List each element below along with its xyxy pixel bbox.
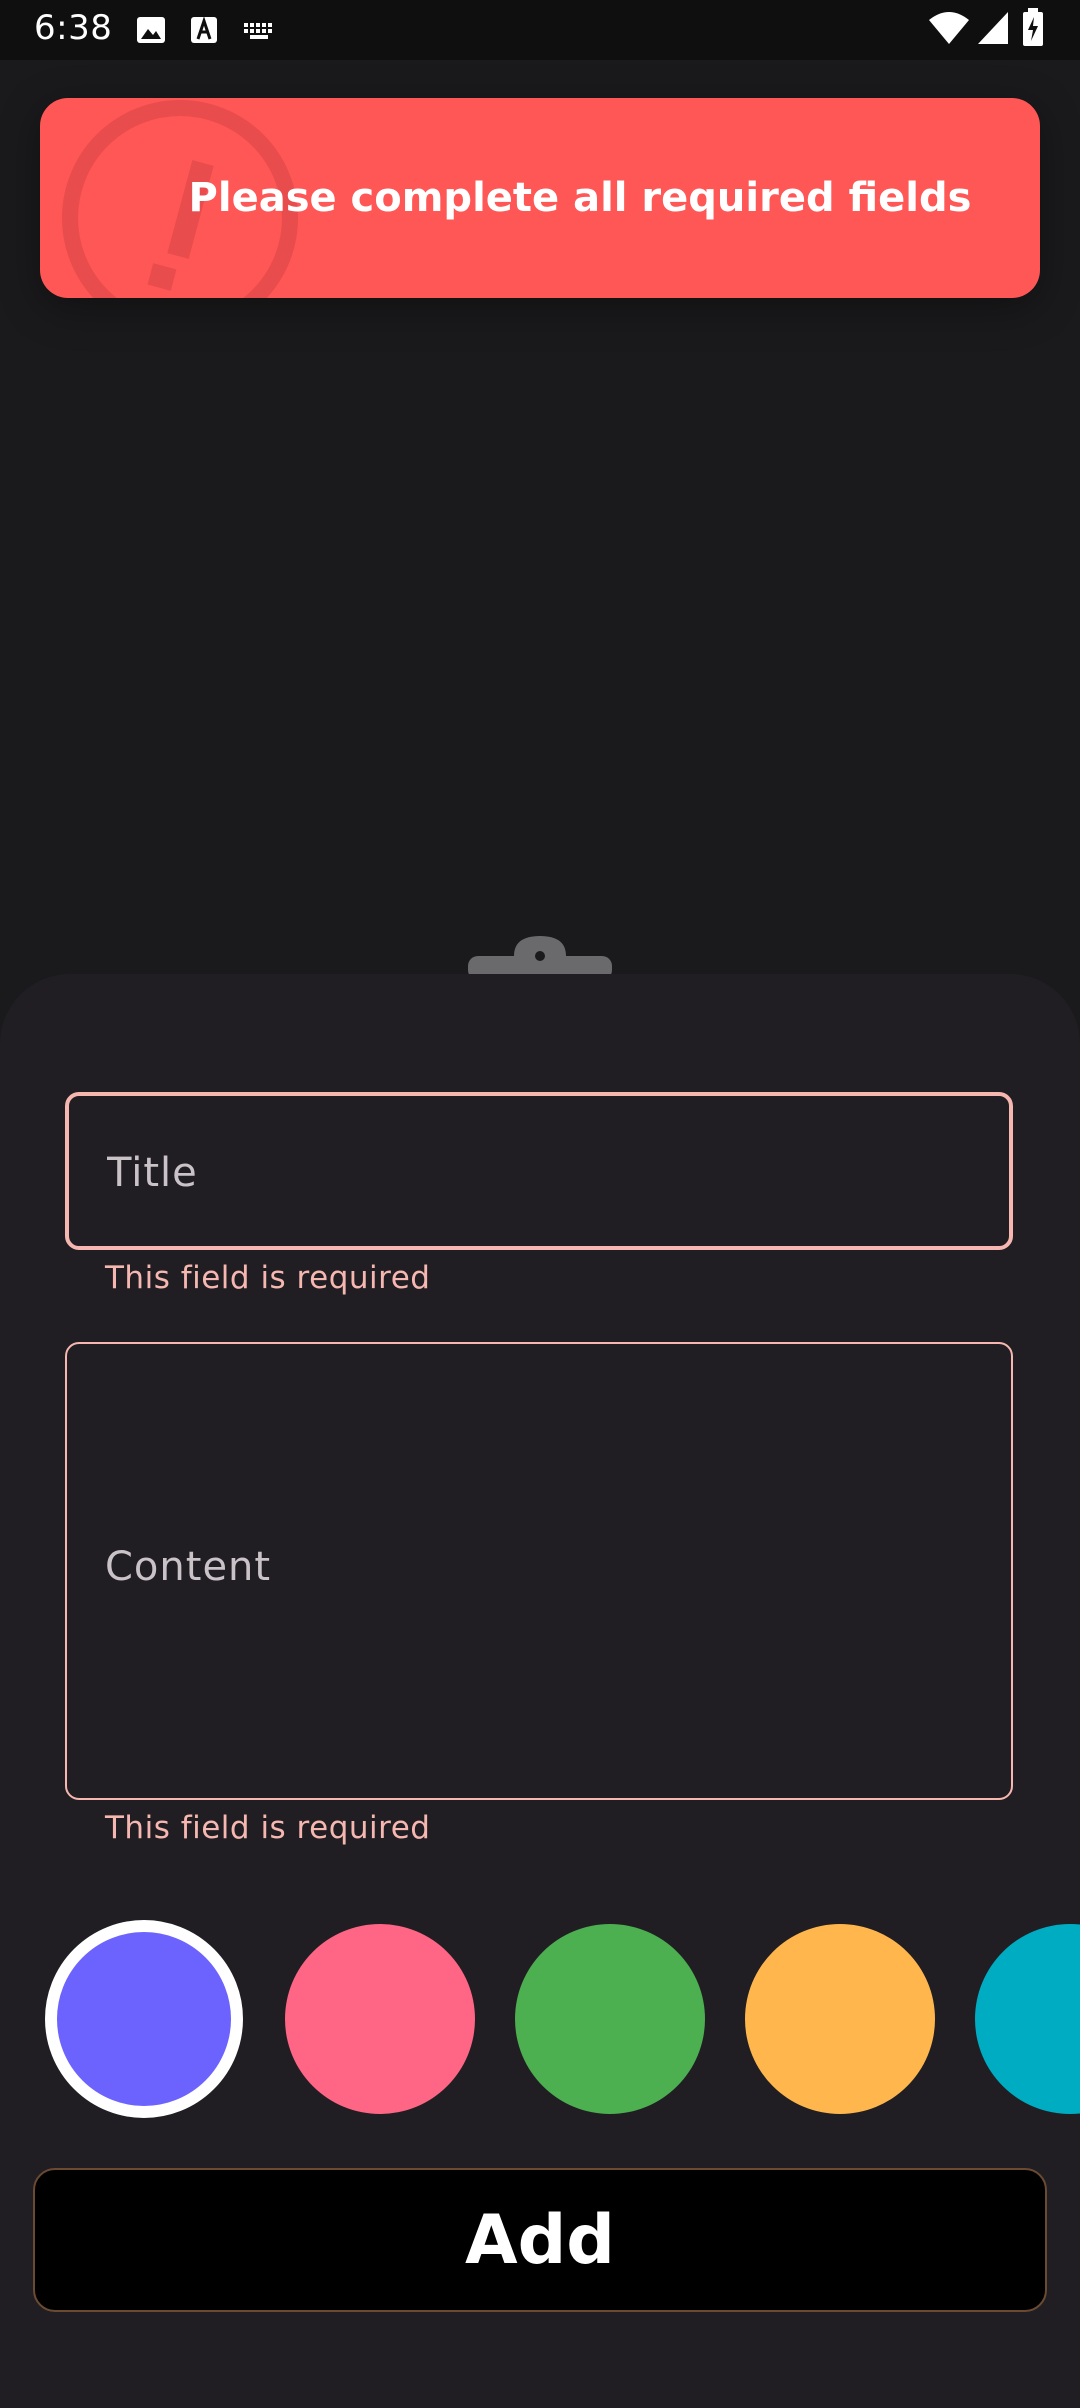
error-banner: Please complete all required fields (40, 98, 1040, 298)
wifi-icon (928, 10, 970, 50)
content-field[interactable] (65, 1342, 1013, 1800)
sheet-handle[interactable] (462, 934, 618, 980)
color-swatch-pink[interactable] (285, 1924, 475, 2114)
title-input[interactable] (107, 1146, 989, 1200)
content-input[interactable] (105, 1544, 991, 1598)
color-swatch-purple[interactable] (45, 1920, 243, 2118)
font-a-icon (190, 14, 218, 50)
battery-charging-icon (1022, 8, 1044, 50)
title-field[interactable] (65, 1092, 1013, 1250)
error-banner-message: Please complete all required fields (188, 175, 972, 221)
color-swatch-orange[interactable] (745, 1924, 935, 2114)
add-note-screen: 6:38 Please complete all required fields… (0, 0, 1080, 2408)
image-icon (135, 14, 167, 50)
add-button[interactable]: Add (33, 2168, 1047, 2312)
content-error-text: This field is required (105, 1810, 431, 1846)
status-bar: 6:38 (0, 0, 1080, 60)
status-time: 6:38 (34, 8, 113, 48)
keyboard-icon (242, 14, 276, 50)
title-error-text: This field is required (105, 1260, 431, 1296)
signal-icon (976, 10, 1010, 50)
color-swatch-green[interactable] (515, 1924, 705, 2114)
